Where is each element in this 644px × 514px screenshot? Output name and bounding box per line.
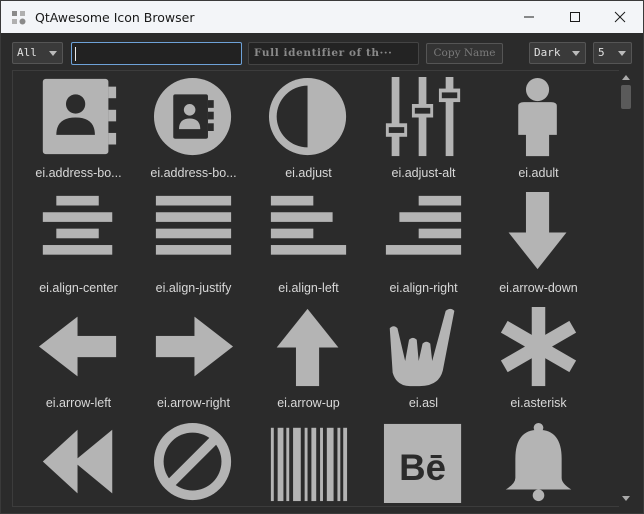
icon-label: ei.arrow-up xyxy=(277,396,340,410)
window-title: QtAwesome Icon Browser xyxy=(35,10,195,25)
font-filter-value: All xyxy=(17,46,37,59)
font-filter-combo[interactable]: All xyxy=(12,42,63,64)
icon-label: ei.adjust xyxy=(285,166,332,180)
main-window: QtAwesome Icon Browser All Full identifi… xyxy=(0,0,644,514)
close-icon xyxy=(614,11,626,23)
align-left-icon xyxy=(270,195,347,255)
icon-label: ei.asl xyxy=(408,396,439,410)
icon-cell[interactable] xyxy=(481,416,596,506)
copy-name-button[interactable]: Copy Name xyxy=(426,43,503,64)
icon-cell[interactable]: ei.asl xyxy=(366,301,481,416)
adult-icon xyxy=(518,77,557,157)
minimize-button[interactable] xyxy=(506,1,552,33)
behance-icon: Bē xyxy=(383,423,462,503)
icon-cell[interactable]: ei.align-center xyxy=(21,186,136,301)
icon-label: ei.align-center xyxy=(39,281,118,295)
maximize-button[interactable] xyxy=(552,1,598,33)
icon-cell[interactable]: ei.address-bo... xyxy=(21,71,136,186)
icon-cell[interactable]: ei.align-left xyxy=(251,186,366,301)
asterisk-icon xyxy=(500,307,577,387)
icon-cell[interactable] xyxy=(136,416,251,506)
app-logo-icon xyxy=(12,11,26,25)
arrow-up-icon xyxy=(276,308,339,387)
adjust-icon xyxy=(268,77,347,156)
icon-grid[interactable]: ei.address-bo... ei.address-bo... ei.adj… xyxy=(12,70,632,507)
arrow-right-icon xyxy=(155,316,234,377)
icon-cell[interactable]: ei.address-bo... xyxy=(136,71,251,186)
minimize-icon xyxy=(524,16,534,18)
icon-label: ei.align-left xyxy=(278,281,339,295)
icon-cell[interactable]: ei.adult xyxy=(481,71,596,186)
icon-cell[interactable]: Bē xyxy=(366,416,481,506)
chevron-down-icon xyxy=(572,51,580,56)
title-bar[interactable]: QtAwesome Icon Browser xyxy=(1,1,643,33)
toolbar: All Full identifier of th··· Copy Name D… xyxy=(1,33,643,71)
icon-cell[interactable]: ei.arrow-left xyxy=(21,301,136,416)
columns-value: 5 xyxy=(598,46,605,59)
backward-icon xyxy=(42,429,113,494)
icon-label: ei.align-right xyxy=(389,281,458,295)
adjust-alt-icon xyxy=(385,77,461,157)
chevron-down-icon xyxy=(49,51,57,56)
arrow-left-icon xyxy=(38,316,117,377)
close-button[interactable] xyxy=(597,1,643,33)
chevron-down-icon xyxy=(618,51,626,56)
bell-icon xyxy=(505,422,572,502)
identifier-field[interactable]: Full identifier of th··· xyxy=(248,42,419,65)
icon-cell[interactable]: ei.align-right xyxy=(366,186,481,301)
ban-circle-icon xyxy=(153,422,232,501)
icon-label: ei.arrow-right xyxy=(157,396,230,410)
theme-value: Dark xyxy=(534,46,561,59)
icon-label: ei.address-bo... xyxy=(150,166,237,180)
theme-combo[interactable]: Dark xyxy=(529,42,586,64)
svg-text:Bē: Bē xyxy=(399,447,446,488)
address-book-icon xyxy=(42,78,117,155)
barcode-icon xyxy=(270,427,348,502)
scroll-up-icon[interactable] xyxy=(621,73,631,83)
scrollbar-thumb[interactable] xyxy=(621,85,631,109)
icon-cell[interactable]: ei.arrow-down xyxy=(481,186,596,301)
icon-cell[interactable]: ei.adjust xyxy=(251,71,366,186)
text-caret xyxy=(75,47,76,61)
icon-cell[interactable]: ei.adjust-alt xyxy=(366,71,481,186)
align-justify-icon xyxy=(155,195,232,255)
maximize-icon xyxy=(570,12,580,22)
icon-label: ei.align-justify xyxy=(155,281,232,295)
icon-cell[interactable] xyxy=(21,416,136,506)
address-book-alt-icon xyxy=(153,77,232,156)
identifier-placeholder: Full identifier of th··· xyxy=(254,47,393,59)
search-input[interactable] xyxy=(71,42,242,65)
scroll-down-icon[interactable] xyxy=(621,493,631,503)
columns-combo[interactable]: 5 xyxy=(593,42,632,64)
icon-cell[interactable]: ei.asterisk xyxy=(481,301,596,416)
icon-cell[interactable]: ei.arrow-up xyxy=(251,301,366,416)
arrow-down-icon xyxy=(508,192,567,270)
icon-label: ei.address-bo... xyxy=(35,166,122,180)
icon-label: ei.asterisk xyxy=(510,396,567,410)
asl-icon xyxy=(389,308,455,387)
align-center-icon xyxy=(42,195,113,255)
align-right-icon xyxy=(385,195,462,255)
icon-cell[interactable] xyxy=(251,416,366,506)
icon-label: ei.arrow-left xyxy=(45,396,112,410)
vertical-scrollbar[interactable] xyxy=(619,70,633,507)
icon-cell[interactable]: ei.arrow-right xyxy=(136,301,251,416)
icon-label: ei.adjust-alt xyxy=(391,166,456,180)
icon-label: ei.adult xyxy=(518,166,559,180)
icon-cell[interactable]: ei.align-justify xyxy=(136,186,251,301)
icon-label: ei.arrow-down xyxy=(499,281,578,295)
